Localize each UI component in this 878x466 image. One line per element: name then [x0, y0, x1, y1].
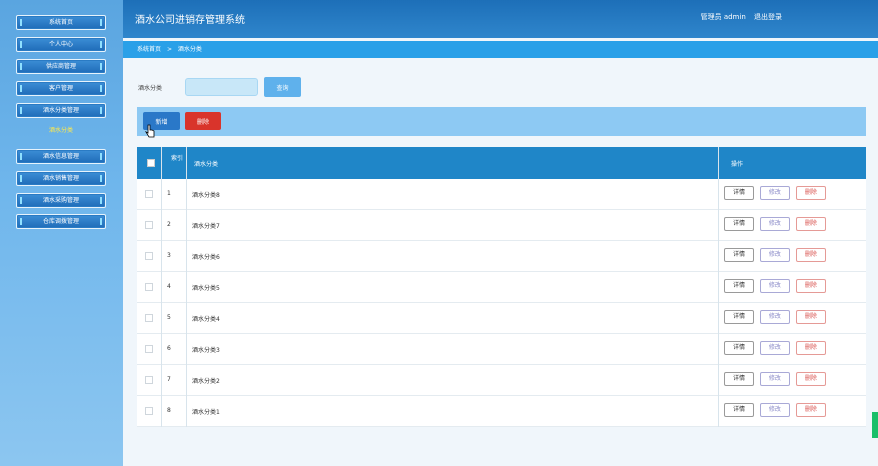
edit-button[interactable]: 修改	[759, 372, 790, 386]
row-index: 4	[167, 283, 171, 290]
row-checkbox[interactable]	[145, 407, 153, 415]
row-actions: 详情 修改 删除	[724, 310, 830, 324]
edit-button[interactable]: 修改	[759, 403, 790, 417]
select-all-checkbox[interactable]	[147, 159, 155, 167]
table-row: 5 酒水分类4 详情 修改 删除	[137, 303, 866, 334]
search-input[interactable]	[185, 78, 258, 96]
row-index: 1	[167, 190, 171, 197]
table-row: 7 酒水分类2 详情 修改 删除	[137, 365, 866, 396]
app-title: 酒水公司进销存管理系统	[135, 15, 245, 26]
edit-button[interactable]: 修改	[759, 186, 790, 200]
top-bar: 酒水公司进销存管理系统 管理员 admin 退出登录	[123, 0, 878, 38]
action-bar: 新增 删除	[137, 107, 866, 136]
delete-button[interactable]: 删除	[795, 217, 826, 231]
breadcrumb-separator: >	[166, 46, 172, 53]
sidebar-item-profile[interactable]: 个人中心	[16, 37, 106, 52]
row-index: 7	[167, 376, 171, 383]
edit-button[interactable]: 修改	[759, 248, 790, 262]
user-area: 管理员 admin 退出登录	[695, 12, 782, 22]
row-checkbox[interactable]	[145, 190, 153, 198]
detail-button[interactable]: 详情	[724, 403, 754, 417]
row-index: 8	[167, 407, 171, 414]
row-actions: 详情 修改 删除	[724, 372, 830, 386]
table-header: 索引 酒水分类 操作	[137, 147, 866, 179]
row-actions: 详情 修改 删除	[724, 248, 830, 262]
header-category: 酒水分类	[194, 161, 219, 168]
header-index: 索引	[171, 155, 184, 162]
delete-button[interactable]: 删除	[795, 186, 826, 200]
search-button[interactable]: 查询	[264, 77, 301, 97]
header-operations: 操作	[731, 161, 744, 168]
batch-delete-button[interactable]: 删除	[185, 112, 221, 130]
edit-button[interactable]: 修改	[759, 217, 790, 231]
delete-button[interactable]: 删除	[795, 279, 826, 293]
table-row: 1 酒水分类8 详情 修改 删除	[137, 179, 866, 210]
sidebar-item-purchase[interactable]: 酒水采购管理	[16, 193, 106, 208]
sidebar-item-sales[interactable]: 酒水销售管理	[16, 171, 106, 186]
delete-button[interactable]: 删除	[795, 403, 826, 417]
logout-link[interactable]: 退出登录	[754, 13, 782, 21]
table-row: 8 酒水分类1 详情 修改 删除	[137, 396, 866, 427]
sidebar-item-warehouse[interactable]: 仓库调拨管理	[16, 214, 106, 229]
row-actions: 详情 修改 删除	[724, 217, 830, 231]
detail-button[interactable]: 详情	[724, 279, 754, 293]
breadcrumb-current: 酒水分类	[177, 46, 202, 53]
row-index: 2	[167, 221, 171, 228]
edit-button[interactable]: 修改	[759, 279, 790, 293]
sidebar-item-suppliers[interactable]: 供应商管理	[16, 59, 106, 74]
row-actions: 详情 修改 删除	[724, 341, 830, 355]
row-checkbox[interactable]	[145, 283, 153, 291]
delete-button[interactable]: 删除	[795, 310, 826, 324]
delete-button[interactable]: 删除	[795, 372, 826, 386]
row-category-name: 酒水分类1	[192, 409, 220, 416]
row-checkbox[interactable]	[145, 314, 153, 322]
detail-button[interactable]: 详情	[724, 248, 754, 262]
edit-button[interactable]: 修改	[759, 310, 790, 324]
detail-button[interactable]: 详情	[724, 186, 754, 200]
user-label: 管理员 admin	[700, 13, 746, 21]
sidebar-item-home[interactable]: 系统首页	[16, 15, 106, 30]
search-label: 酒水分类	[138, 85, 163, 92]
delete-button[interactable]: 删除	[795, 248, 826, 262]
row-actions: 详情 修改 删除	[724, 403, 830, 417]
row-checkbox[interactable]	[145, 376, 153, 384]
table-row: 3 酒水分类6 详情 修改 删除	[137, 241, 866, 272]
category-table: 索引 酒水分类 操作 1 酒水分类8 详情 修改 删除 2 酒水分类7 详情 修…	[137, 147, 866, 427]
sidebar-item-customers[interactable]: 客户管理	[16, 81, 106, 96]
row-checkbox[interactable]	[145, 345, 153, 353]
delete-button[interactable]: 删除	[795, 341, 826, 355]
sidebar-item-info[interactable]: 酒水信息管理	[16, 149, 106, 164]
row-category-name: 酒水分类3	[192, 347, 220, 354]
row-index: 6	[167, 345, 171, 352]
row-checkbox[interactable]	[145, 252, 153, 260]
edit-button[interactable]: 修改	[759, 341, 790, 355]
row-category-name: 酒水分类2	[192, 378, 220, 385]
table-body: 1 酒水分类8 详情 修改 删除 2 酒水分类7 详情 修改 删除 3 酒水分类…	[137, 179, 866, 427]
row-category-name: 酒水分类6	[192, 254, 220, 261]
row-category-name: 酒水分类5	[192, 285, 220, 292]
row-checkbox[interactable]	[145, 221, 153, 229]
mouse-cursor-icon	[145, 124, 155, 138]
row-actions: 详情 修改 删除	[724, 279, 830, 293]
sidebar-item-category[interactable]: 酒水分类管理	[16, 103, 106, 118]
table-row: 6 酒水分类3 详情 修改 删除	[137, 334, 866, 365]
detail-button[interactable]: 详情	[724, 341, 754, 355]
row-actions: 详情 修改 删除	[724, 186, 830, 200]
breadcrumb: 系统首页 > 酒水分类	[123, 41, 878, 58]
row-category-name: 酒水分类4	[192, 316, 220, 323]
detail-button[interactable]: 详情	[724, 217, 754, 231]
breadcrumb-home[interactable]: 系统首页	[137, 46, 161, 53]
row-category-name: 酒水分类8	[192, 192, 220, 199]
row-index: 5	[167, 314, 171, 321]
detail-button[interactable]: 详情	[724, 310, 754, 324]
row-category-name: 酒水分类7	[192, 223, 220, 230]
table-row: 4 酒水分类5 详情 修改 删除	[137, 272, 866, 303]
scroll-indicator[interactable]	[872, 412, 878, 438]
sidebar: 系统首页 个人中心 供应商管理 客户管理 酒水分类管理 酒水分类 酒水信息管理 …	[0, 0, 123, 466]
table-row: 2 酒水分类7 详情 修改 删除	[137, 210, 866, 241]
sidebar-subitem-category[interactable]: 酒水分类	[16, 125, 106, 134]
row-index: 3	[167, 252, 171, 259]
detail-button[interactable]: 详情	[724, 372, 754, 386]
